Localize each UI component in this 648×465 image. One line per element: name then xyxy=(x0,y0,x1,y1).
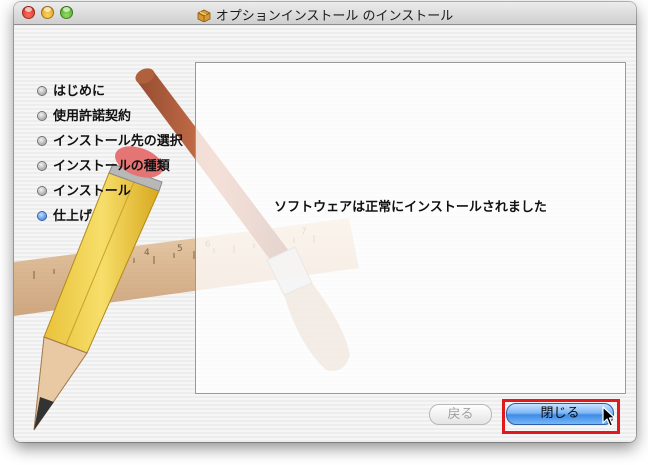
mouse-pointer-icon xyxy=(602,406,616,427)
main-content-panel: ソフトウェアは正常にインストールされました xyxy=(195,62,626,394)
step-label: インストールの種類 xyxy=(53,159,170,174)
step-introduction: はじめに xyxy=(38,80,183,105)
back-button[interactable]: 戻る xyxy=(429,404,492,425)
step-bullet-icon xyxy=(38,187,46,195)
package-icon xyxy=(197,9,211,22)
step-label: はじめに xyxy=(53,84,106,99)
installer-window: オプションインストール のインストール 4 5 はじめに 使用許諾契約 インスト… xyxy=(14,2,636,442)
step-label: インストール先の選択 xyxy=(53,134,183,149)
install-success-message: ソフトウェアは正常にインストールされました xyxy=(274,200,547,215)
installation-steps: はじめに 使用許諾契約 インストール先の選択 インストールの種類 インストール … xyxy=(38,80,183,230)
ruler-mark-5: 5 xyxy=(177,244,183,254)
step-license: 使用許諾契約 xyxy=(38,105,183,130)
step-bullet-icon xyxy=(38,162,46,170)
step-installation: インストール xyxy=(38,180,183,205)
ruler-mark-4: 4 xyxy=(144,248,150,258)
step-bullet-active-icon xyxy=(38,212,46,220)
step-bullet-icon xyxy=(38,112,46,120)
window-content: 6 7 4 5 は xyxy=(14,25,636,442)
step-installation-type: インストールの種類 xyxy=(38,155,183,180)
step-bullet-icon xyxy=(38,87,46,95)
window-title-wrap: オプションインストール のインストール xyxy=(14,5,636,24)
step-label: 仕上げ xyxy=(53,209,93,224)
title-bar[interactable]: オプションインストール のインストール xyxy=(14,2,636,25)
step-summary: 仕上げ xyxy=(38,205,183,230)
step-destination-select: インストール先の選択 xyxy=(38,130,183,155)
window-title: オプションインストール のインストール xyxy=(215,9,454,24)
step-label: 使用許諾契約 xyxy=(53,109,132,124)
step-bullet-icon xyxy=(38,137,46,145)
step-label: インストール xyxy=(53,184,131,199)
